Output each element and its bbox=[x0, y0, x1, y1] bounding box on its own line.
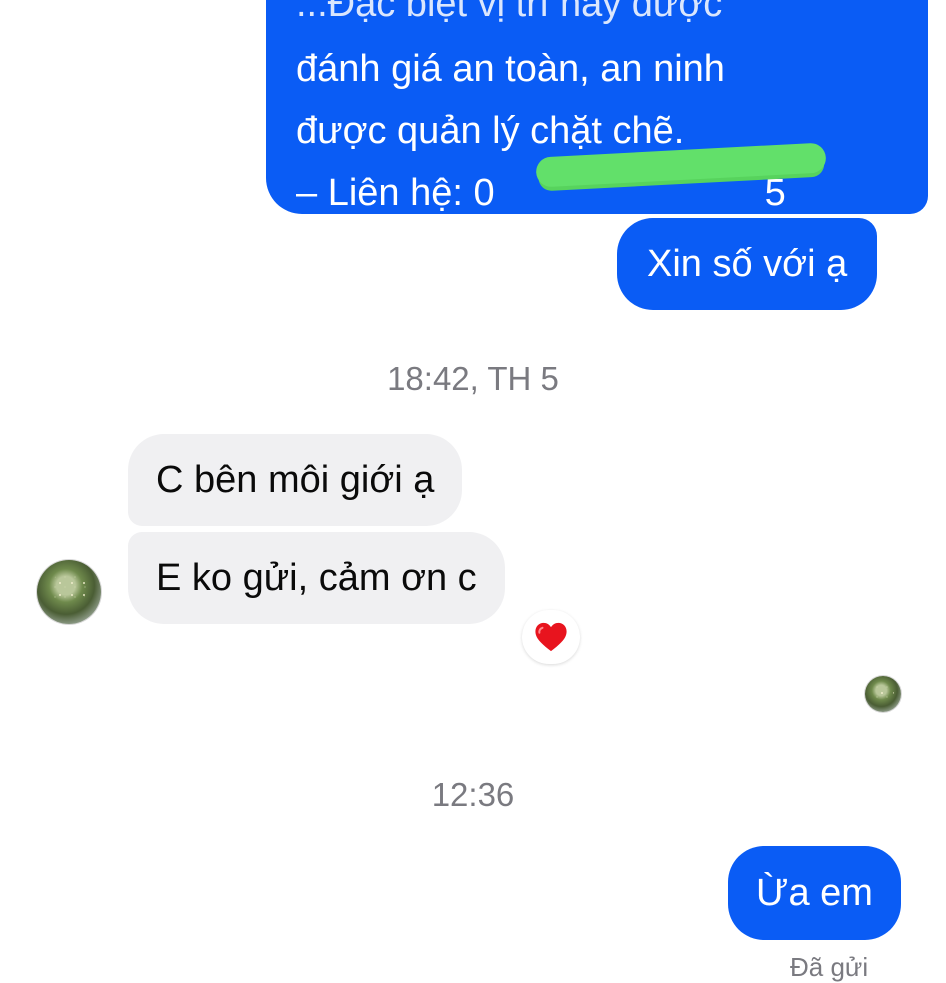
reaction-badge[interactable] bbox=[522, 610, 580, 664]
message-text: Ừa em bbox=[756, 872, 873, 914]
outgoing-message-reply[interactable]: Ừa em bbox=[728, 846, 901, 940]
heart-icon bbox=[535, 622, 567, 652]
incoming-message[interactable]: E ko gửi, cảm ơn c bbox=[128, 532, 505, 624]
message-text: C bên môi giới ạ bbox=[156, 459, 435, 501]
outgoing-message-request[interactable]: Xin số với ạ bbox=[617, 218, 878, 310]
message-text: Xin số với ạ bbox=[647, 243, 848, 285]
message-line: đánh giá an toàn, an ninh bbox=[296, 48, 725, 90]
read-receipt-avatar bbox=[865, 676, 901, 712]
message-line: ...Đặc biệt vị trí này được bbox=[296, 0, 723, 25]
message-text: E ko gửi, cảm ơn c bbox=[156, 557, 477, 599]
incoming-message[interactable]: C bên môi giới ạ bbox=[128, 434, 463, 526]
delivery-status: Đã gửi bbox=[790, 952, 869, 982]
contact-avatar[interactable] bbox=[37, 560, 101, 624]
timestamp: 12:36 bbox=[431, 776, 515, 813]
contact-prefix: – Liên hệ: 0 bbox=[296, 172, 495, 214]
contact-suffix: 5 bbox=[764, 172, 786, 214]
timestamp: 18:42, TH 5 bbox=[387, 360, 559, 397]
